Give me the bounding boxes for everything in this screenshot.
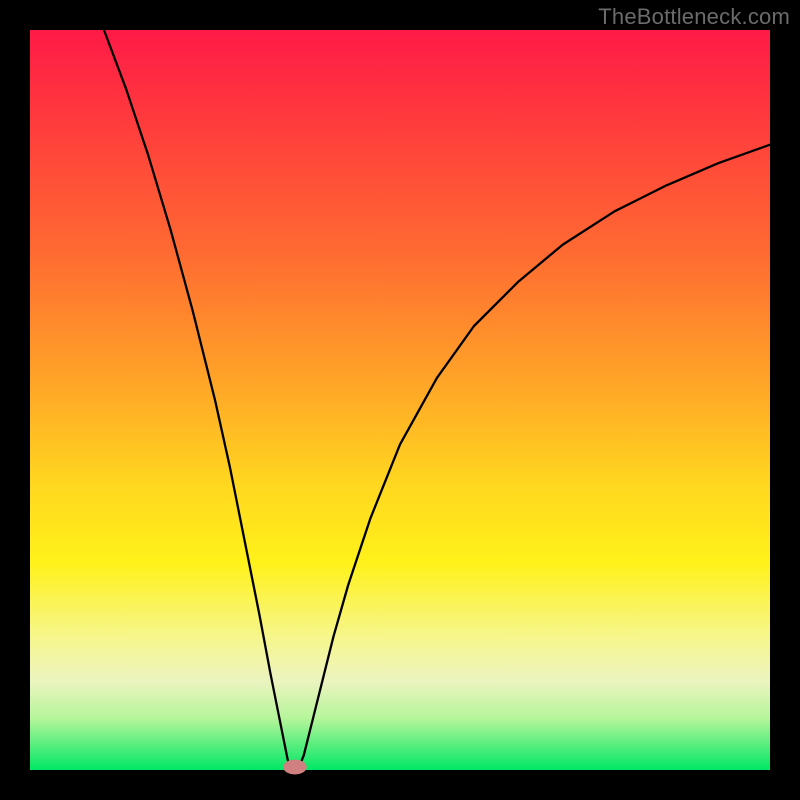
minimum-marker xyxy=(283,760,307,775)
watermark-text: TheBottleneck.com xyxy=(598,4,790,30)
plot-area xyxy=(30,30,770,770)
curve-left-branch xyxy=(104,30,290,766)
curve-layer xyxy=(30,30,770,770)
chart-frame: TheBottleneck.com xyxy=(0,0,800,800)
curve-right-branch xyxy=(299,145,770,767)
